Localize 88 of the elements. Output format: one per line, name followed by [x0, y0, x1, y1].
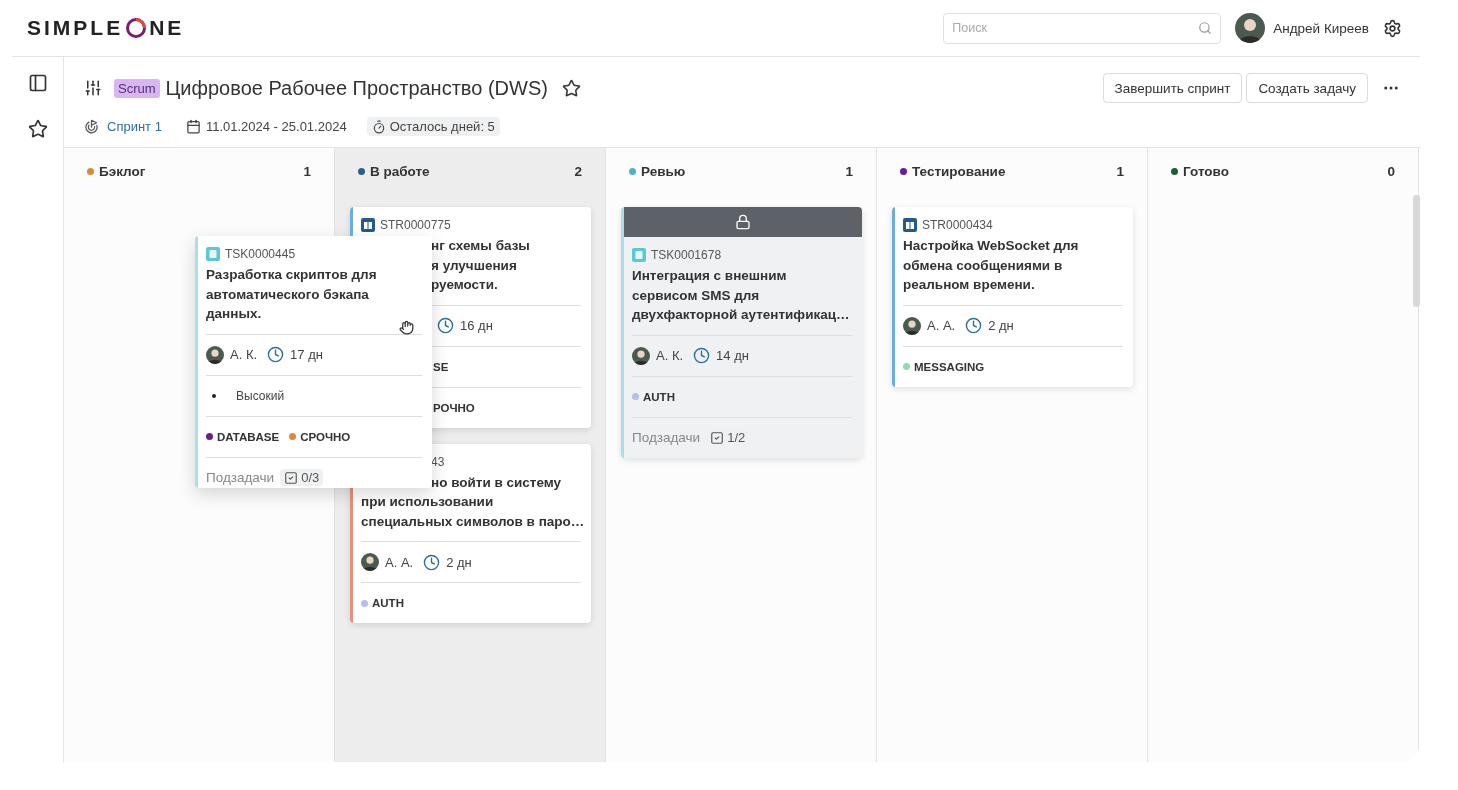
column-title: Бэклог — [99, 164, 146, 179]
assignee: А. А. — [385, 554, 414, 570]
days-left: Осталось дней: 5 — [389, 119, 495, 134]
sprint-icon — [84, 119, 99, 134]
task-id: STR0000434 — [922, 218, 993, 232]
tag: DATABASE — [217, 430, 280, 443]
sidebar-toggle-icon[interactable] — [27, 73, 48, 93]
favorite-star-icon[interactable] — [561, 78, 581, 98]
task-title-line: двухфакторной аутентификац… — [632, 306, 850, 324]
column-count: 1 — [1116, 164, 1124, 179]
search-field[interactable]: Поиск — [943, 12, 1222, 44]
action-button[interactable]: Завершить спринт — [1102, 73, 1243, 103]
task-title-line: данных. — [206, 305, 262, 323]
action-button[interactable]: Создать задачу — [1246, 73, 1368, 103]
tag: РОЧНО — [433, 401, 475, 414]
task-title-line: при использовании — [361, 493, 494, 511]
task-title-line: Настройка WebSocket для — [903, 237, 1079, 255]
dragged-task-card[interactable]: TSK0000445 Разработка скриптов для автоматического бэкапа данных. А. К. 17 дн Высокий DATABASE СРОЧНО Подзадачи 0/3 — [195, 236, 432, 488]
grab-cursor-icon — [399, 320, 414, 335]
column-title: Ревью — [641, 164, 686, 179]
subtasks-label: Подзадачи — [632, 430, 701, 445]
tag: AUTH — [372, 597, 404, 609]
clock-icon — [423, 553, 441, 571]
duration: 14 дн — [716, 348, 749, 363]
tag: SE — [433, 360, 449, 373]
duration: 17 дн — [290, 347, 323, 362]
tag: MESSAGING — [914, 360, 985, 373]
sprint-link[interactable]: Спринт 1 — [107, 119, 162, 134]
task-card[interactable]: 43 но войти в систему при использовании специальных символов в паро… А. А. 2 дн AUTH — [350, 443, 591, 623]
clock-icon — [693, 347, 711, 364]
task-id: TSK0001678 — [651, 248, 722, 262]
task-card[interactable]: TSK0001678 Интеграция с внешним сервисом SMS для двухфакторной аутентификац… А. К. 14 дн AUTH Подзадачи 1/2 — [621, 207, 862, 458]
logo: SIMPLE NE — [27, 16, 185, 40]
sprint-dates: 11.01.2024 - 25.01.2024 — [205, 119, 347, 134]
column-count: 1 — [845, 164, 853, 179]
column-count: 2 — [574, 164, 582, 179]
task-id: TSK0000445 — [225, 247, 296, 261]
clock-icon — [437, 317, 454, 334]
task-card[interactable]: STR0000434 Настройка WebSocket для обмена сообщениями в реальном времени. А. А. 2 дн MESSAGING — [892, 207, 1133, 387]
scrollbar[interactable] — [1413, 195, 1420, 307]
column-count: 0 — [1387, 164, 1395, 179]
column-title: Готово — [1183, 164, 1229, 179]
column-title: Тестирование — [912, 164, 1006, 179]
bullet-icon — [212, 393, 216, 398]
lock-icon — [735, 214, 751, 230]
avatar — [206, 345, 224, 364]
duration: 2 дн — [988, 318, 1014, 333]
tag: AUTH — [643, 390, 675, 403]
task-title-line: нг схемы базы — [431, 237, 530, 255]
tag: СРОЧНО — [300, 430, 351, 443]
task-id: STR0000775 — [380, 218, 451, 232]
task-title-line: руемости. — [431, 276, 498, 294]
duration: 16 дн — [460, 318, 493, 333]
avatar — [361, 553, 379, 571]
task-id: 43 — [431, 454, 445, 469]
clock-icon — [267, 346, 285, 363]
task-title-line: реальном времени. — [903, 276, 1035, 294]
avatar — [903, 316, 921, 335]
checkbox-icon — [284, 470, 299, 485]
priority: Высокий — [236, 388, 285, 403]
project-title: Цифровое Рабочее Пространство (DWS) — [165, 76, 548, 100]
task-title-line: специальных символов в паро… — [361, 512, 585, 531]
user-avatar[interactable] — [1235, 13, 1266, 43]
timer-icon — [371, 119, 386, 134]
column-title: В работе — [370, 164, 430, 179]
assignee: А. А. — [927, 318, 956, 333]
task-title-line: но войти в систему — [431, 473, 562, 492]
assignee: А. К. — [656, 348, 684, 363]
subtasks-count: 1/2 — [727, 430, 746, 445]
user-name: Андрей Киреев — [1273, 20, 1369, 36]
sliders-icon[interactable] — [84, 79, 102, 97]
settings-icon[interactable] — [1383, 18, 1402, 38]
checkbox-icon — [710, 430, 725, 445]
task-title-line: обмена сообщениями в — [903, 256, 1063, 275]
calendar-icon — [185, 119, 201, 134]
subtasks-label: Подзадачи — [206, 470, 275, 485]
task-title-line: Интеграция с внешним — [632, 267, 787, 285]
clock-icon — [965, 317, 983, 334]
task-title-line: я улучшения — [431, 256, 517, 275]
task-title-line: сервисом SMS для — [632, 286, 760, 305]
duration: 2 дн — [446, 554, 472, 570]
scrum-badge: Scrum — [114, 78, 160, 98]
search-icon — [1198, 21, 1213, 35]
column-count: 1 — [303, 164, 311, 179]
star-icon[interactable] — [27, 119, 48, 139]
avatar — [632, 346, 650, 365]
subtasks-count: 0/3 — [301, 470, 320, 485]
assignee: А. К. — [230, 347, 258, 362]
